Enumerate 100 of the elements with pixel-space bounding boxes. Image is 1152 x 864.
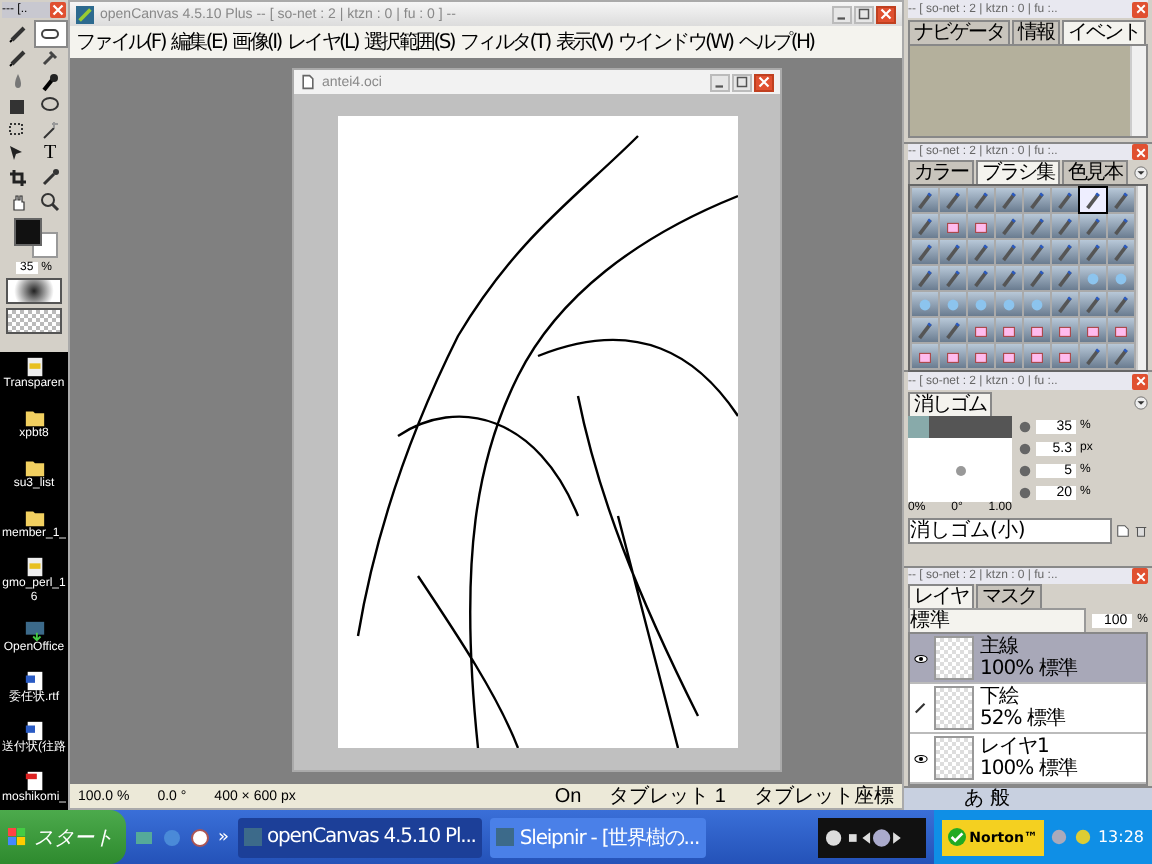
pen-preset-button[interactable]: [1080, 240, 1106, 264]
pen-preset-button[interactable]: [1024, 266, 1050, 290]
new-page-icon[interactable]: [1116, 524, 1130, 538]
panel-tab[interactable]: ナビゲータ: [908, 20, 1010, 44]
app-icon[interactable]: [190, 827, 210, 847]
pen-preset-button[interactable]: [1108, 292, 1134, 316]
pen-preset-button[interactable]: [1080, 292, 1106, 316]
layer-row[interactable]: 主線 100% 標準: [910, 634, 1146, 684]
eraser-preset-button[interactable]: [968, 214, 994, 238]
text-tool-button[interactable]: T: [35, 142, 65, 166]
pen-preset-button[interactable]: [1080, 344, 1106, 368]
color-swatches-icon[interactable]: [10, 218, 58, 258]
more-button[interactable]: »: [218, 827, 230, 847]
eraser-preset-button[interactable]: [1080, 318, 1106, 342]
taskbar-window-button[interactable]: openCanvas 4.5.10 Pl...: [237, 817, 482, 857]
eraser-preset-button[interactable]: [968, 344, 994, 368]
eraser-preset-button[interactable]: [1052, 344, 1078, 368]
pen-preset-button[interactable]: [996, 266, 1022, 290]
airbrush-preset-button[interactable]: [940, 292, 966, 316]
pen-preset-button[interactable]: [912, 214, 938, 238]
eraser-preset-button[interactable]: [1024, 344, 1050, 368]
airbrush-preset-button[interactable]: [1024, 292, 1050, 316]
taskbar-window-button[interactable]: Sleipnir - [世界樹の...: [489, 817, 706, 857]
menu-item[interactable]: ウインドウ(W): [617, 28, 733, 56]
maximize-button[interactable]: [854, 5, 874, 23]
pen-preset-button[interactable]: [1108, 188, 1134, 212]
brush-tip-strip[interactable]: [908, 416, 1012, 438]
pen-preset-button[interactable]: [940, 266, 966, 290]
menu-item[interactable]: 選択範囲(S): [363, 28, 454, 56]
pen-preset-button[interactable]: [968, 188, 994, 212]
eraser-preset-button[interactable]: [996, 318, 1022, 342]
eraser-preset-button[interactable]: [940, 344, 966, 368]
minimize-button[interactable]: [710, 73, 730, 91]
minimize-button[interactable]: [832, 5, 852, 23]
airbrush-preset-button[interactable]: [996, 292, 1022, 316]
pencil-icon[interactable]: [914, 701, 928, 715]
pen-preset-button[interactable]: [996, 240, 1022, 264]
panel-tab[interactable]: イベント: [1062, 20, 1146, 44]
close-button[interactable]: [754, 73, 774, 91]
menu-item[interactable]: ファイル(F): [76, 28, 165, 56]
panel-tab[interactable]: ブラシ集: [976, 160, 1060, 184]
pen-preset-button[interactable]: [1052, 266, 1078, 290]
pen-preset-button[interactable]: [1108, 214, 1134, 238]
pen-preset-button[interactable]: [1052, 292, 1078, 316]
close-button[interactable]: [876, 5, 896, 23]
eraser-preset-button[interactable]: [912, 344, 938, 368]
file-icon[interactable]: [23, 556, 45, 578]
zoom-tool-button[interactable]: [35, 190, 65, 214]
menu-item[interactable]: 編集(E): [170, 28, 227, 56]
pdf-icon[interactable]: [23, 770, 45, 792]
blend-mode-dropdown[interactable]: 標準: [908, 607, 1086, 633]
layer-row[interactable]: レイヤ1 100% 標準: [910, 734, 1146, 784]
pen-preset-button[interactable]: [1080, 188, 1106, 212]
pen-preset-button[interactable]: [1024, 214, 1050, 238]
pen-preset-button[interactable]: [912, 188, 938, 212]
texture-preview-button[interactable]: [6, 308, 62, 334]
folder-icon[interactable]: [23, 506, 45, 528]
brush-preview-button[interactable]: [6, 278, 62, 304]
airbrush-preset-button[interactable]: [1080, 266, 1106, 290]
desktop-icon[interactable]: [134, 827, 154, 847]
scrollbar[interactable]: [1130, 46, 1146, 136]
pen-preset-button[interactable]: [912, 318, 938, 342]
airbrush-preset-button[interactable]: [912, 292, 938, 316]
eraser-preset-button[interactable]: [1052, 318, 1078, 342]
eraser-tool-button[interactable]: [35, 22, 65, 46]
brush-name-field[interactable]: 消しゴム(小): [908, 518, 1112, 544]
pen-preset-button[interactable]: [940, 240, 966, 264]
panel-tab[interactable]: 消しゴム: [908, 392, 992, 416]
pen-preset-button[interactable]: [1052, 188, 1078, 212]
panel-menu-icon[interactable]: [1134, 165, 1148, 179]
menu-item[interactable]: レイヤ(L): [286, 28, 358, 56]
panel-tab[interactable]: マスク: [976, 584, 1042, 608]
doc-icon[interactable]: [23, 720, 45, 742]
panel-tab[interactable]: カラー: [908, 160, 974, 184]
pen-preset-button[interactable]: [968, 240, 994, 264]
panel-menu-icon[interactable]: [1134, 396, 1148, 410]
pen-preset-button[interactable]: [1080, 214, 1106, 238]
pen-preset-button[interactable]: [1024, 240, 1050, 264]
menu-item[interactable]: 表示(V): [555, 28, 612, 56]
panel-tab[interactable]: 色見本: [1062, 160, 1128, 184]
menu-item[interactable]: フィルタ(T): [460, 28, 550, 56]
pen-preset-button[interactable]: [1108, 344, 1134, 368]
pen-preset-button[interactable]: [940, 188, 966, 212]
eraser-preset-button[interactable]: [940, 214, 966, 238]
eraser-preset-button[interactable]: [996, 344, 1022, 368]
eraser-preset-button[interactable]: [1024, 318, 1050, 342]
folder-icon[interactable]: [23, 456, 45, 478]
pen-preset-button[interactable]: [968, 266, 994, 290]
pen-preset-button[interactable]: [996, 188, 1022, 212]
menu-item[interactable]: 画像(I): [232, 28, 281, 56]
layer-row[interactable]: 下絵 52% 標準: [910, 684, 1146, 734]
input-mode-button[interactable]: あ: [964, 789, 984, 809]
menu-item[interactable]: ヘルプ(H): [738, 28, 814, 56]
pen-preset-button[interactable]: [912, 240, 938, 264]
pen-preset-button[interactable]: [940, 318, 966, 342]
pen-preset-button[interactable]: [1108, 240, 1134, 264]
start-button[interactable]: スタート: [0, 810, 126, 864]
airbrush-preset-button[interactable]: [1108, 266, 1134, 290]
folder-icon[interactable]: [23, 406, 45, 428]
pen-preset-button[interactable]: [996, 214, 1022, 238]
